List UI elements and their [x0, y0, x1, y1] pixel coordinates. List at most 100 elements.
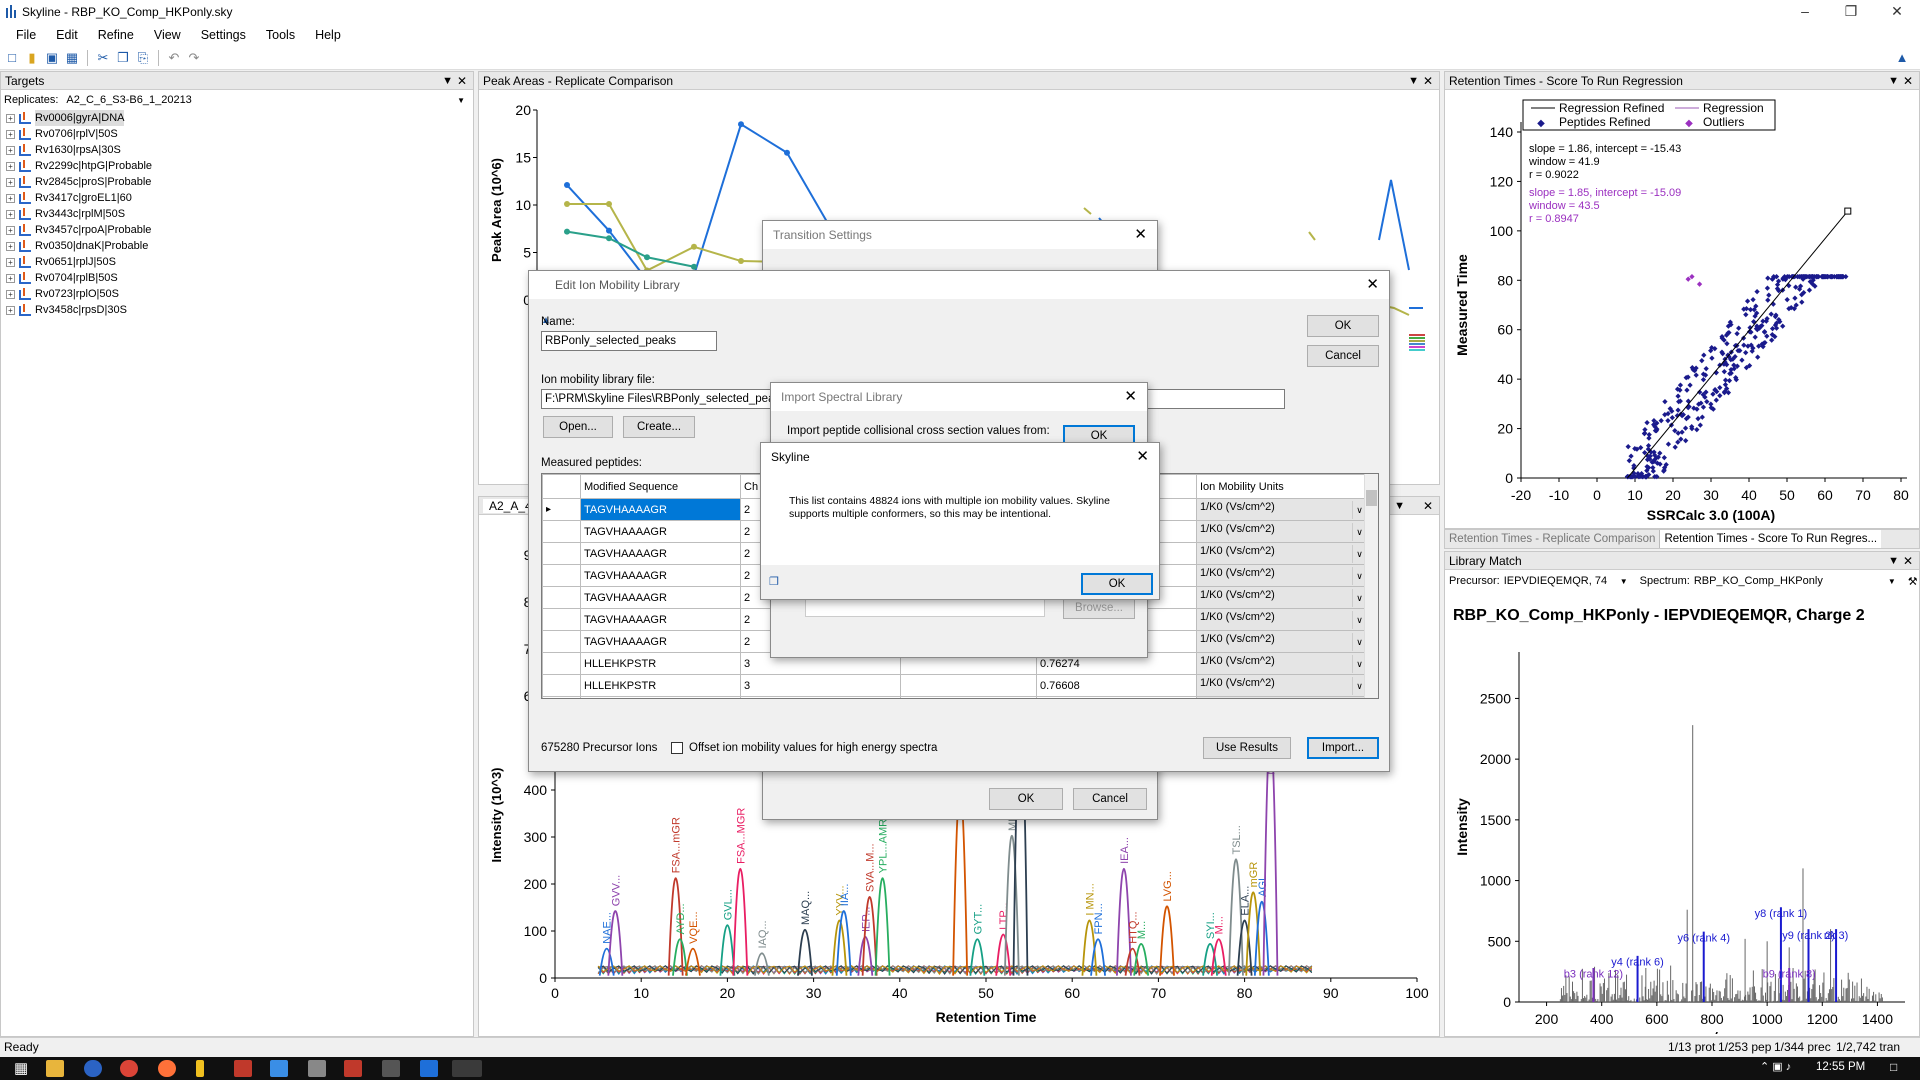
table-cell[interactable]: 1/K0 (Vs/cm^2)∨ — [1196, 674, 1367, 697]
open-folder-icon[interactable]: ▮ — [24, 50, 40, 66]
table-cell[interactable]: 1/K0 (Vs/cm^2)∨ — [1196, 520, 1367, 543]
tree-item[interactable]: + Rv1630|rpsA|30S — [1, 142, 473, 158]
skyline-message-ok-button[interactable]: OK — [1081, 573, 1153, 595]
close-icon[interactable]: ✕ — [1903, 72, 1913, 90]
table-cell[interactable]: 1/K0 (Vs/cm^2)∨ — [1196, 652, 1367, 675]
table-cell[interactable]: 1/K0 (Vs/cm^2)∨ — [1196, 498, 1367, 521]
table-cell[interactable]: 1/K0 (Vs/cm^2)∨ — [1196, 564, 1367, 587]
create-button[interactable]: Create... — [623, 416, 695, 438]
expand-icon[interactable]: + — [6, 241, 15, 251]
close-icon[interactable]: ✕ — [1124, 383, 1137, 411]
table-cell[interactable]: 0.77231 — [1036, 696, 1197, 698]
row-header-cell[interactable] — [542, 542, 581, 565]
menu-settings[interactable]: Settings — [191, 28, 256, 42]
expand-icon[interactable]: + — [6, 129, 15, 139]
tree-item[interactable]: + Rv3458c|rpsD|30S — [1, 302, 473, 318]
table-cell[interactable]: HLLEHKPSTR — [580, 652, 741, 675]
app-icon-3[interactable] — [308, 1060, 326, 1077]
close-icon[interactable]: ✕ — [1134, 221, 1147, 249]
tree-item[interactable]: + Rv0006|gyrA|DNA — [1, 110, 473, 126]
cut-icon[interactable]: ✂ — [95, 50, 111, 66]
copy-icon[interactable]: ❐ — [769, 575, 779, 588]
table-cell[interactable]: 1/K0 (Vs/cm^2)∨ — [1196, 608, 1367, 631]
close-icon[interactable]: ✕ — [1423, 72, 1433, 90]
edit-iml-cancel-button[interactable]: Cancel — [1307, 345, 1379, 367]
firefox-icon[interactable] — [158, 1060, 176, 1077]
tab-rt-regression[interactable]: Retention Times - Score To Run Regres... — [1660, 530, 1882, 548]
offset-checkbox[interactable] — [671, 742, 683, 754]
row-header-cell[interactable] — [542, 674, 581, 697]
app-icon-1[interactable] — [234, 1060, 252, 1077]
table-row[interactable]: HLLEHKPSTR3 0.772311/K0 (Vs/cm^2) ∨ — [542, 696, 1367, 700]
row-header-cell[interactable] — [542, 520, 581, 543]
table-cell[interactable]: HLLEHKPSTR — [580, 674, 741, 697]
replicates-select[interactable]: A2_C_6_S3-B6_1_20213 — [66, 94, 191, 106]
restore-icon[interactable]: ❐ — [1828, 0, 1874, 24]
expand-icon[interactable]: + — [6, 257, 15, 267]
spectrum-select[interactable]: RBP_KO_Comp_HKPonly — [1694, 575, 1884, 587]
redo-icon[interactable]: ↷ — [186, 50, 202, 66]
menu-view[interactable]: View — [144, 28, 191, 42]
close-icon[interactable]: ✕ — [1903, 552, 1913, 570]
tree-item[interactable]: + Rv2845c|proS|Probable — [1, 174, 473, 190]
table-cell[interactable] — [900, 674, 1037, 697]
app-icon-2[interactable] — [270, 1060, 288, 1077]
table-cell[interactable]: TAGVHAAAAGR — [580, 498, 741, 521]
user-icon[interactable]: ▲ — [1894, 50, 1910, 66]
pin-icon[interactable]: ▼ — [1408, 72, 1419, 90]
expand-icon[interactable]: + — [6, 193, 15, 203]
import-button[interactable]: Import... — [1307, 737, 1379, 759]
table-cell[interactable]: 0.76608 — [1036, 674, 1197, 697]
table-cell[interactable]: 1/K0 (Vs/cm^2)∨ — [1196, 586, 1367, 609]
close-icon[interactable]: ✕ — [457, 72, 467, 90]
close-icon[interactable]: ✕ — [1423, 497, 1433, 515]
row-header-cell[interactable] — [542, 586, 581, 609]
pin-icon[interactable]: ▼ — [1888, 72, 1899, 90]
expand-icon[interactable]: + — [6, 145, 15, 155]
file-explorer-icon[interactable] — [46, 1060, 64, 1077]
tree-item[interactable]: + Rv3457c|rpoA|Probable — [1, 222, 473, 238]
use-results-button[interactable]: Use Results — [1203, 737, 1291, 759]
new-file-icon[interactable]: □ — [4, 50, 20, 66]
table-cell[interactable]: TAGVHAAAAGR — [580, 630, 741, 653]
close-icon[interactable]: ✕ — [1136, 443, 1149, 471]
tree-item[interactable]: + Rv3417c|groEL1|60 — [1, 190, 473, 206]
chevron-down-icon[interactable]: ▼ — [457, 96, 465, 105]
row-header-cell[interactable] — [542, 630, 581, 653]
row-header-cell[interactable] — [542, 608, 581, 631]
table-cell[interactable]: TAGVHAAAAGR — [580, 586, 741, 609]
notification-icon[interactable]: □ — [1890, 1060, 1897, 1074]
chevron-down-icon[interactable]: ∨ — [1352, 699, 1366, 700]
expand-icon[interactable]: + — [6, 273, 15, 283]
table-cell[interactable]: TAGVHAAAAGR — [580, 520, 741, 543]
open-button[interactable]: Open... — [543, 416, 613, 438]
row-header-cell[interactable] — [542, 696, 581, 698]
close-icon[interactable]: ✕ — [1874, 0, 1920, 24]
table-cell[interactable]: 1/K0 (Vs/cm^2)∨ — [1196, 542, 1367, 565]
table-cell[interactable]: 3 — [740, 674, 901, 697]
undo-icon[interactable]: ↶ — [166, 50, 182, 66]
app-icon-6[interactable] — [420, 1060, 438, 1077]
table-cell[interactable]: 1/K0 (Vs/cm^2)∨ — [1196, 696, 1367, 700]
save-icon[interactable]: ▣ — [44, 50, 60, 66]
tree-item[interactable]: + Rv3443c|rplM|50S — [1, 206, 473, 222]
row-header-cell[interactable] — [542, 564, 581, 587]
wrench-icon[interactable]: ⚒ — [1908, 575, 1918, 588]
tab-rt-replicate[interactable]: Retention Times - Replicate Comparison — [1445, 530, 1661, 548]
r-app-icon[interactable] — [84, 1060, 102, 1077]
menu-edit[interactable]: Edit — [46, 28, 88, 42]
table-row[interactable]: HLLEHKPSTR 3 0.76608 1/K0 (Vs/cm^2) ∨ — [542, 674, 1367, 697]
table-cell[interactable]: 1/K0 (Vs/cm^2)∨ — [1196, 630, 1367, 653]
table-cell[interactable] — [900, 696, 1037, 698]
menu-tools[interactable]: Tools — [256, 28, 305, 42]
app-icon-5[interactable] — [382, 1060, 400, 1077]
expand-icon[interactable]: + — [6, 209, 15, 219]
table-cell[interactable]: 3 — [740, 696, 901, 698]
tree-item[interactable]: + Rv0704|rplB|50S — [1, 270, 473, 286]
expand-icon[interactable]: + — [6, 225, 15, 235]
library-path-input[interactable] — [805, 597, 1045, 617]
menu-help[interactable]: Help — [305, 28, 351, 42]
close-icon[interactable]: ✕ — [1366, 271, 1379, 299]
expand-icon[interactable]: + — [6, 113, 15, 123]
grid-scrollbar[interactable] — [1364, 474, 1378, 698]
